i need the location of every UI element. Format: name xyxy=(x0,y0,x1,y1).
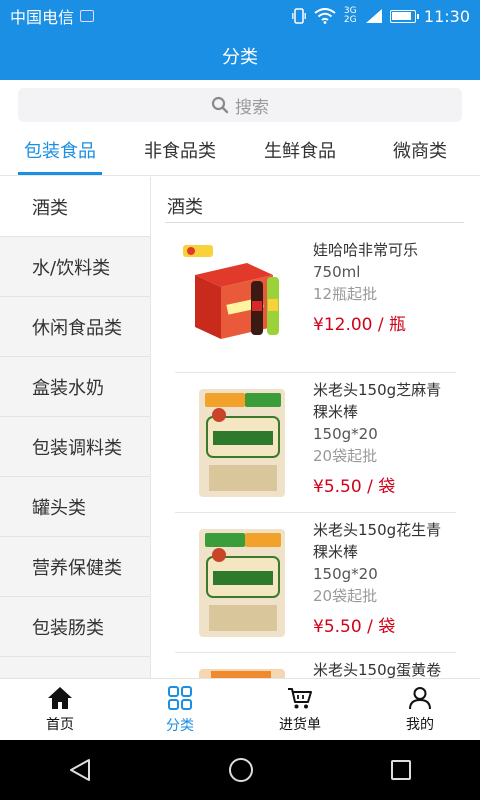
product-image xyxy=(181,241,301,361)
product-item[interactable]: 米老头150g蛋黄卷 xyxy=(175,655,456,678)
network-type: 3G 2G xyxy=(343,6,357,25)
back-icon[interactable] xyxy=(67,757,93,783)
nav-label: 我的 xyxy=(406,716,434,733)
sidebar-item-boxed-milk[interactable]: 盒装水奶 xyxy=(0,357,150,417)
app-header: 分类 xyxy=(0,32,480,80)
product-spec: 750ml xyxy=(313,263,361,281)
wifi-icon xyxy=(314,8,336,24)
rice-bar-pack-image xyxy=(181,381,301,501)
sidebar-item-health[interactable]: 营养保健类 xyxy=(0,537,150,597)
product-info: 娃哈哈非常可乐 750ml 12瓶起批 ¥12.00 / 瓶 xyxy=(313,239,456,339)
signal-icon xyxy=(365,9,382,23)
tab-wechat-business[interactable]: 微商类 xyxy=(360,130,480,175)
status-bar: 中国电信 3G 2G 11:30 xyxy=(0,0,480,32)
product-min-order: 20袋起批 xyxy=(313,447,378,465)
grid-icon xyxy=(168,685,192,710)
product-name: 娃哈哈非常可乐 xyxy=(313,241,419,259)
product-info: 米老头150g蛋黄卷 xyxy=(313,659,456,678)
search-input[interactable]: 搜索 xyxy=(18,88,462,122)
rice-bar-pack-image xyxy=(181,521,301,641)
snack-roll-image xyxy=(181,661,301,678)
search-icon xyxy=(211,96,229,114)
nav-cart[interactable]: 进货单 xyxy=(240,679,360,740)
product-name: 米老头150g芝麻青稞米棒 xyxy=(313,381,442,421)
category-tabs: 包装食品 非食品类 生鲜食品 微商类 xyxy=(0,130,480,176)
sidebar-item-more[interactable] xyxy=(0,657,150,678)
product-price: ¥12.00 / 瓶 xyxy=(313,315,407,335)
battery-icon xyxy=(389,9,419,23)
nav-profile[interactable]: 我的 xyxy=(360,679,480,740)
product-item[interactable]: 米老头150g花生青稞米棒 150g*20 20袋起批 ¥5.50 / 袋 xyxy=(175,515,456,653)
nav-category[interactable]: 分类 xyxy=(120,679,240,740)
section-title: 酒类 xyxy=(167,197,203,218)
section-divider xyxy=(165,222,464,223)
sidebar-item-liquor[interactable]: 酒类 xyxy=(0,177,150,237)
sidebar-item-drinks[interactable]: 水/饮料类 xyxy=(0,237,150,297)
system-nav-bar xyxy=(0,740,480,800)
search-area: 搜索 xyxy=(0,80,480,130)
product-price: ¥5.50 / 袋 xyxy=(313,477,396,497)
product-min-order: 20袋起批 xyxy=(313,587,378,605)
product-info: 米老头150g芝麻青稞米棒 150g*20 20袋起批 ¥5.50 / 袋 xyxy=(313,379,456,501)
home-icon xyxy=(48,686,72,709)
product-spec: 150g*20 xyxy=(313,425,378,443)
nav-label: 进货单 xyxy=(279,716,321,733)
sidebar-item-sausage[interactable]: 包装肠类 xyxy=(0,597,150,657)
tab-non-food[interactable]: 非食品类 xyxy=(120,130,240,175)
cola-case-image xyxy=(181,241,301,361)
product-name: 米老头150g蛋黄卷 xyxy=(313,661,442,678)
nav-label: 分类 xyxy=(166,717,194,734)
product-image xyxy=(181,661,301,678)
sidebar: 酒类 水/饮料类 休闲食品类 盒装水奶 包装调料类 罐头类 营养保健类 包装肠类 xyxy=(0,177,151,678)
sidebar-item-snacks[interactable]: 休闲食品类 xyxy=(0,297,150,357)
recents-icon[interactable] xyxy=(389,758,413,782)
product-info: 米老头150g花生青稞米棒 150g*20 20袋起批 ¥5.50 / 袋 xyxy=(313,519,456,641)
cart-icon xyxy=(288,687,312,708)
person-icon xyxy=(409,686,431,709)
product-name: 米老头150g花生青稞米棒 xyxy=(313,521,442,561)
product-item[interactable]: 娃哈哈非常可乐 750ml 12瓶起批 ¥12.00 / 瓶 xyxy=(175,235,456,373)
nav-label: 首页 xyxy=(46,716,74,733)
sidebar-item-canned[interactable]: 罐头类 xyxy=(0,477,150,537)
carrier-label: 中国电信 xyxy=(10,8,75,27)
page-title: 分类 xyxy=(222,47,258,68)
home-circle-icon[interactable] xyxy=(227,756,255,784)
search-placeholder: 搜索 xyxy=(235,97,269,118)
nav-home[interactable]: 首页 xyxy=(0,679,120,740)
clock-time: 11:30 xyxy=(423,6,470,26)
tab-packaged-food[interactable]: 包装食品 xyxy=(0,130,120,175)
product-list: 酒类 娃哈哈非常可乐 750ml 12瓶起批 ¥12.00 / 瓶 米老头150… xyxy=(151,177,480,678)
vibrate-icon xyxy=(292,8,306,24)
product-price: ¥5.50 / 袋 xyxy=(313,617,396,637)
product-image xyxy=(181,521,301,641)
sidebar-item-condiments[interactable]: 包装调料类 xyxy=(0,417,150,477)
product-image xyxy=(181,381,301,501)
product-min-order: 12瓶起批 xyxy=(313,285,378,303)
bottom-nav: 首页 分类 进货单 我的 xyxy=(0,678,480,740)
product-item[interactable]: 米老头150g芝麻青稞米棒 150g*20 20袋起批 ¥5.50 / 袋 xyxy=(175,375,456,513)
product-spec: 150g*20 xyxy=(313,565,378,583)
tab-fresh-food[interactable]: 生鲜食品 xyxy=(240,130,360,175)
sim-icon xyxy=(80,10,95,22)
